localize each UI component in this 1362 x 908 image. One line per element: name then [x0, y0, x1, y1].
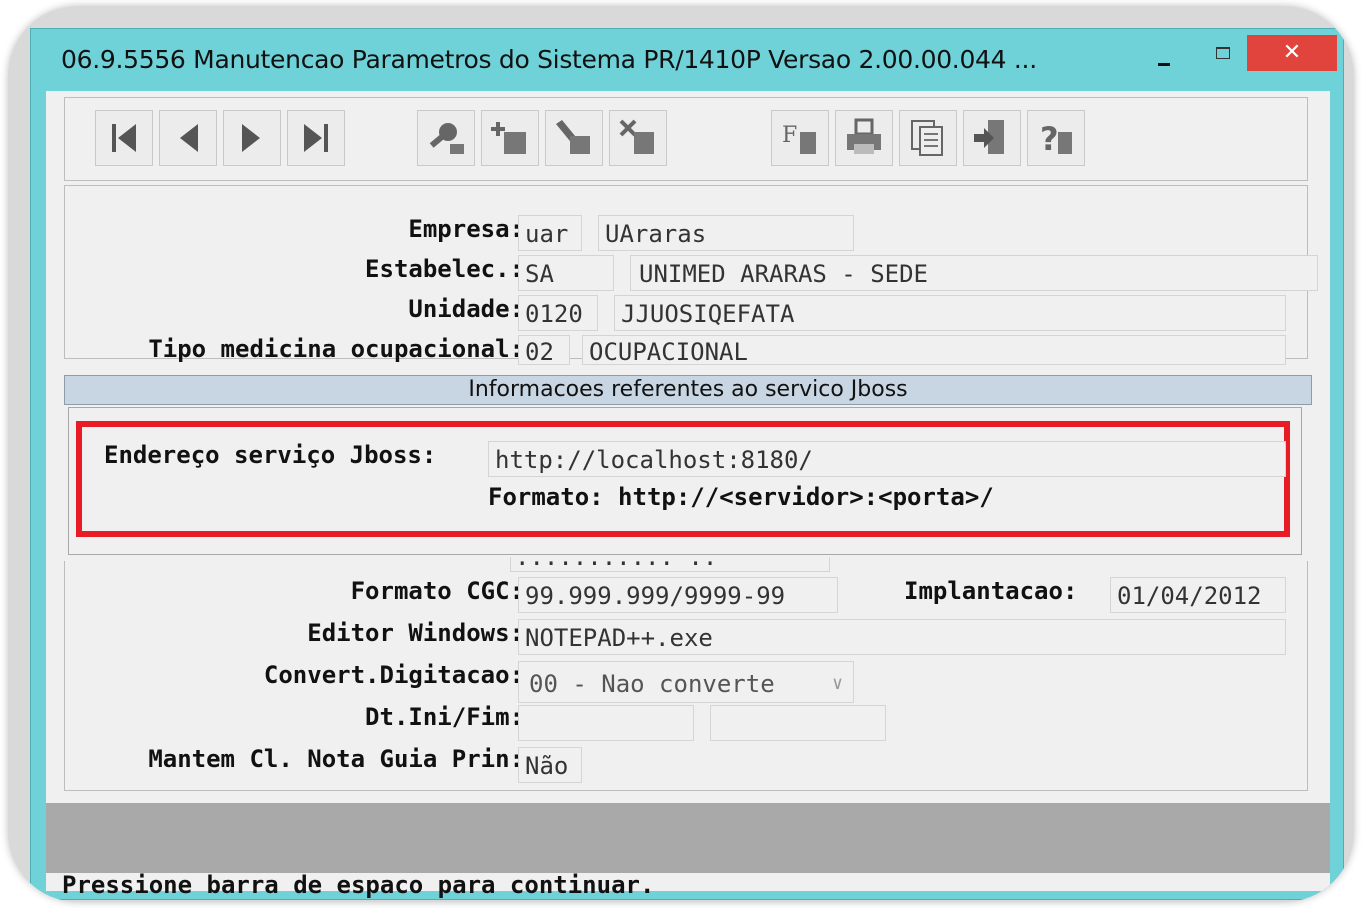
unidade-name-field: JJUOSIQEFATA	[614, 295, 1286, 331]
print-icon	[847, 118, 881, 154]
jboss-address-field[interactable]: http://localhost:8180/	[488, 441, 1286, 477]
screenshot-frame: 06.9.5556 Manutencao Parametros do Siste…	[8, 6, 1354, 902]
svg-text:F: F	[782, 123, 797, 148]
edit-record-icon	[556, 120, 590, 154]
copy-button[interactable]	[899, 110, 957, 166]
mantem-cl-label: Mantem Cl. Nota Guia Prin:	[148, 745, 524, 773]
empresa-name-field: UAraras	[598, 215, 854, 251]
close-button[interactable]: ✕	[1247, 35, 1337, 71]
unidade-label: Unidade:	[408, 295, 524, 323]
first-record-button[interactable]	[95, 110, 153, 166]
tipo-medicina-label: Tipo medicina ocupacional:	[148, 335, 524, 363]
tipo-medicina-code-field[interactable]: 02	[518, 335, 570, 365]
formato-cgc-label: Formato CGC:	[350, 577, 524, 605]
formato-cgc-field[interactable]: 99.999.999/9999-99	[518, 577, 838, 613]
delete-record-icon	[619, 119, 654, 154]
svg-text:?: ?	[1040, 120, 1059, 158]
jboss-format-hint: Formato: http://<servidor>:<porta>/	[488, 483, 994, 511]
estabelec-code-field[interactable]: SA	[518, 255, 614, 291]
toolbar: F ?	[64, 97, 1308, 181]
previous-record-button[interactable]	[159, 110, 217, 166]
search-button[interactable]	[417, 110, 475, 166]
dt-ini-fim-label: Dt.Ini/Fim:	[365, 703, 524, 731]
filter-icon: F	[782, 123, 816, 154]
tipo-medicina-name-field: OCUPACIONAL	[582, 335, 1286, 365]
search-icon	[429, 123, 464, 154]
window-title: 06.9.5556 Manutencao Parametros do Siste…	[61, 45, 1037, 74]
chevron-down-icon[interactable]: ∨	[832, 662, 843, 702]
message-area	[46, 803, 1330, 873]
editor-windows-label: Editor Windows:	[307, 619, 524, 647]
help-button[interactable]: ?	[1027, 110, 1085, 166]
application-window: 06.9.5556 Manutencao Parametros do Siste…	[30, 28, 1344, 900]
convert-digitacao-select[interactable]: 00 - Nao converte ∨	[518, 661, 854, 703]
previous-record-icon	[180, 124, 198, 152]
jboss-address-label: Endereço serviço Jboss:	[104, 441, 437, 469]
unidade-code-field[interactable]: 0120	[518, 295, 598, 331]
first-record-icon	[112, 124, 136, 152]
add-record-button[interactable]	[481, 110, 539, 166]
add-record-icon	[491, 122, 526, 154]
highlight-box	[76, 421, 1290, 537]
empresa-label: Empresa:	[408, 215, 524, 243]
next-record-icon	[242, 124, 260, 152]
exit-icon	[974, 120, 1004, 154]
mantem-cl-field[interactable]: Não	[518, 747, 582, 783]
last-record-button[interactable]	[287, 110, 345, 166]
dt-ini-field[interactable]	[518, 705, 694, 741]
convert-digitacao-label: Convert.Digitacao:	[263, 661, 524, 689]
exit-button[interactable]	[963, 110, 1021, 166]
estabelec-label: Estabelec.:	[365, 255, 524, 283]
minimize-button[interactable]	[1149, 43, 1179, 71]
delete-record-button[interactable]	[609, 110, 667, 166]
filter-button[interactable]: F	[771, 110, 829, 166]
dt-fim-field[interactable]	[710, 705, 886, 741]
client-area: F ? Empresa: uar UAraras Estabelec.: SA …	[46, 91, 1330, 899]
implantacao-label: Implantacao:	[904, 577, 1078, 605]
help-icon: ?	[1040, 120, 1072, 158]
maximize-button[interactable]	[1207, 43, 1237, 71]
estabelec-name-field: UNIMED ARARAS - SEDE	[630, 255, 1318, 291]
print-button[interactable]	[835, 110, 893, 166]
title-bar[interactable]: 06.9.5556 Manutencao Parametros do Siste…	[31, 29, 1343, 91]
implantacao-field[interactable]: 01/04/2012	[1110, 577, 1286, 613]
copy-icon	[911, 120, 943, 156]
next-record-button[interactable]	[223, 110, 281, 166]
edit-record-button[interactable]	[545, 110, 603, 166]
editor-windows-field[interactable]: NOTEPAD++.exe	[518, 619, 1286, 655]
empresa-code-field[interactable]: uar	[518, 215, 582, 251]
jboss-section-header: Informacoes referentes ao servico Jboss	[64, 375, 1312, 405]
convert-digitacao-value: 00 - Nao converte	[529, 670, 775, 698]
status-message: Pressione barra de espaco para continuar…	[62, 871, 655, 899]
last-record-icon	[304, 124, 328, 152]
